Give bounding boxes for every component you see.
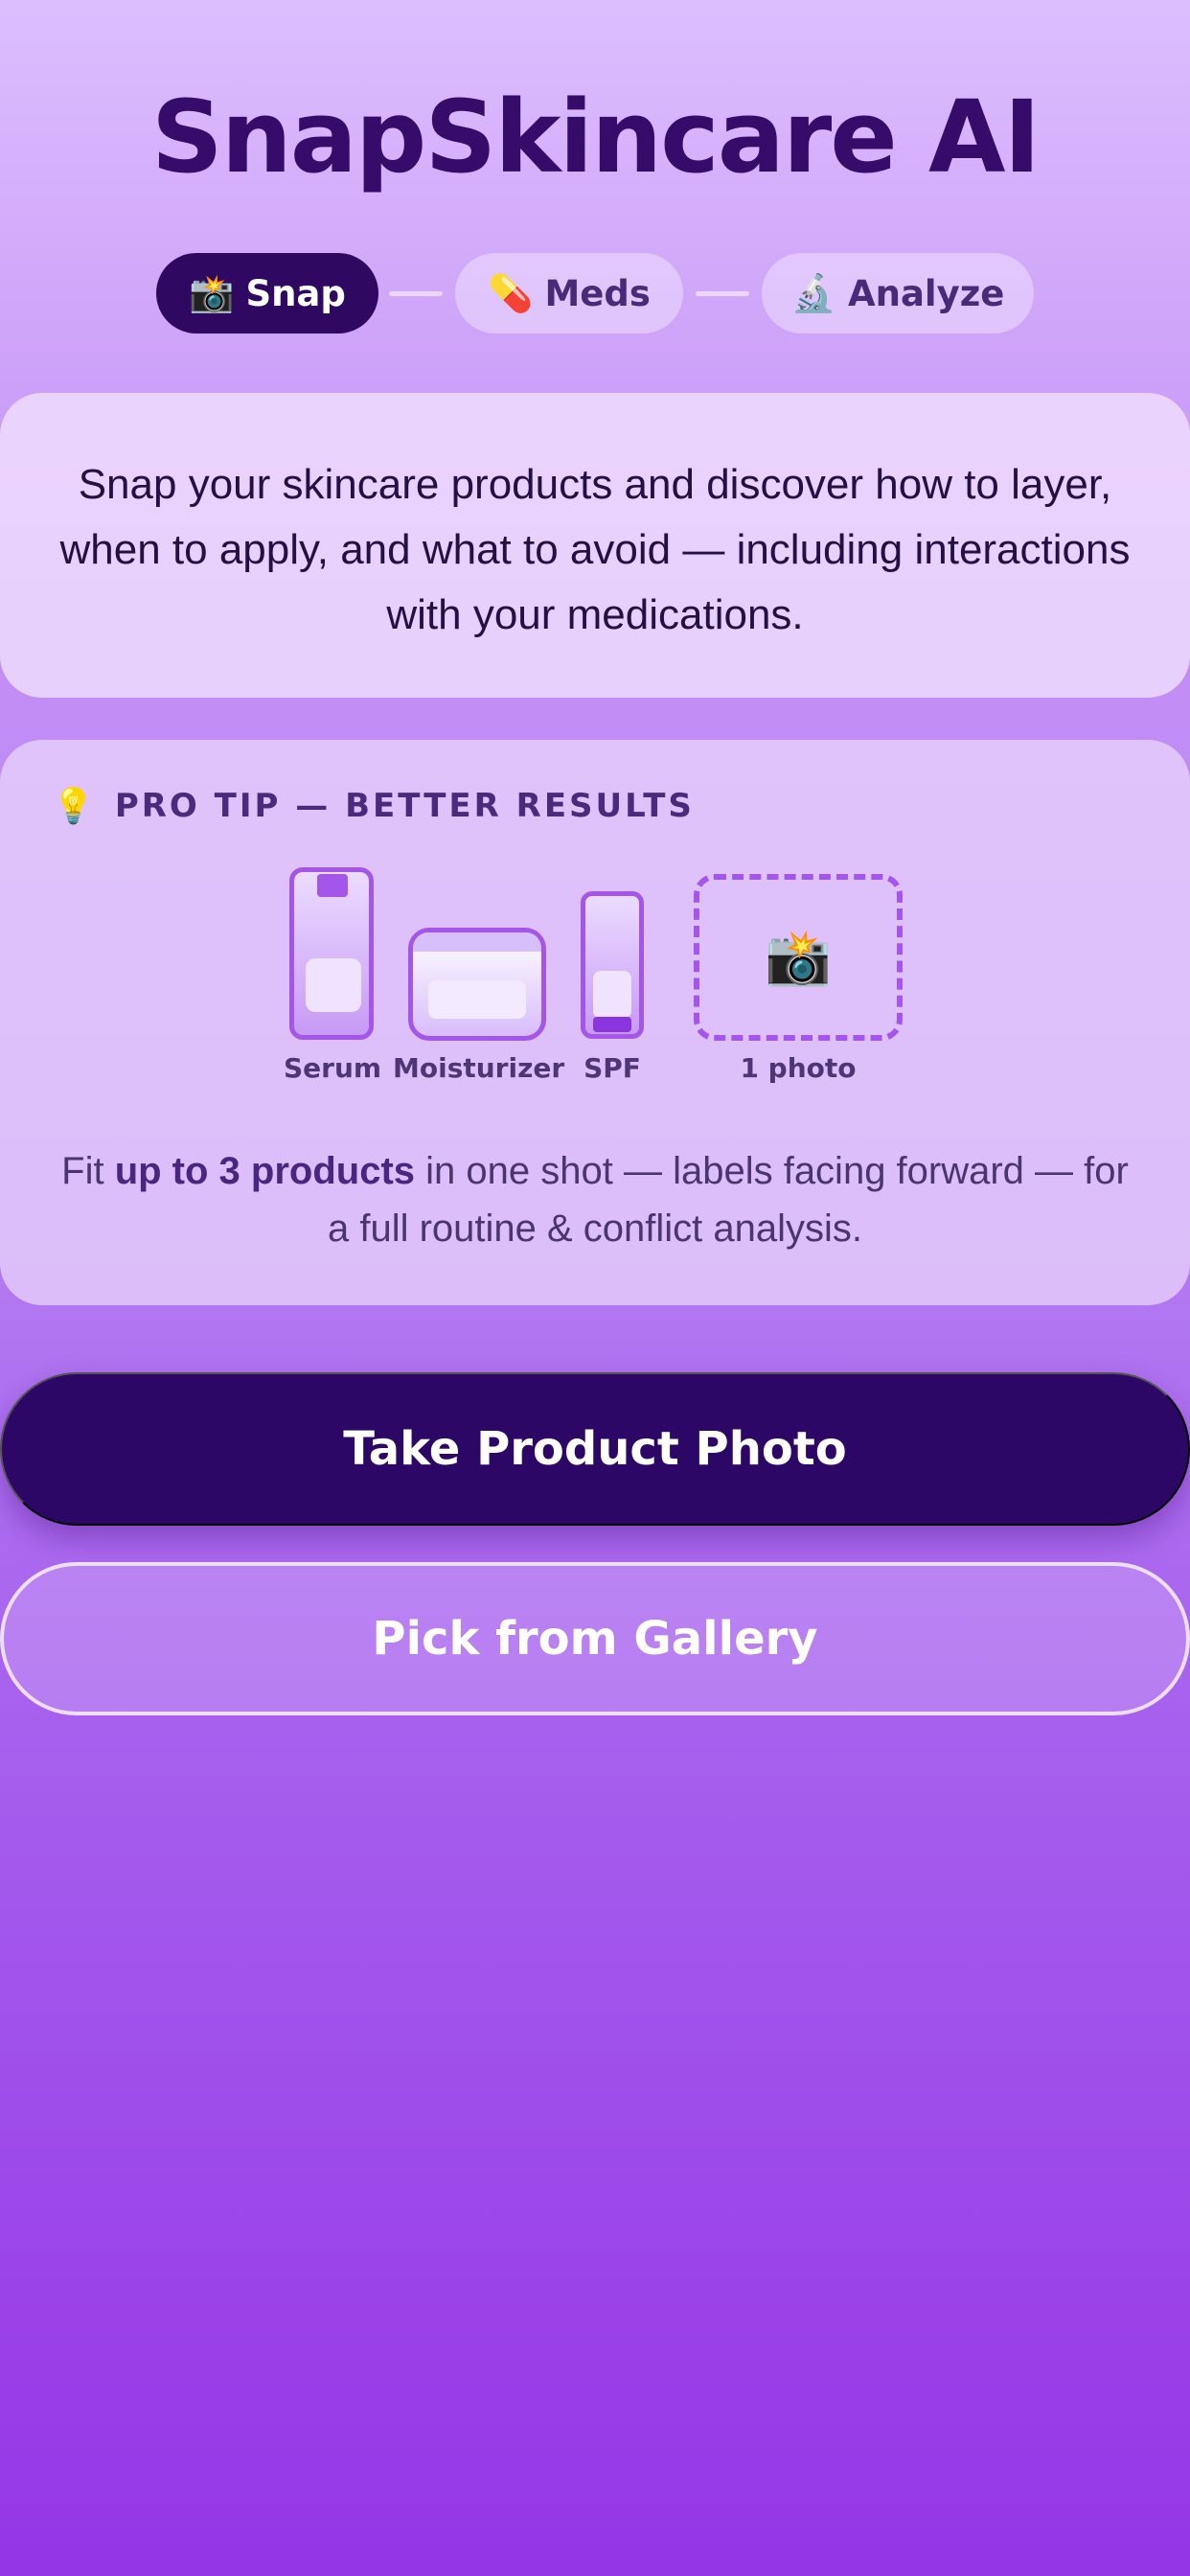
- intro-text: Snap your skincare products and discover…: [59, 461, 1131, 638]
- step-meds[interactable]: 💊 Meds: [455, 253, 683, 334]
- caption-serum: Serum: [284, 1052, 382, 1084]
- pro-tip-text: Fit up to 3 products in one shot — label…: [48, 1142, 1142, 1257]
- microscope-icon: 🔬: [790, 272, 836, 314]
- step-analyze[interactable]: 🔬 Analyze: [762, 253, 1034, 334]
- step-snap-label: Snap: [245, 272, 346, 314]
- spf-tube-icon: [581, 891, 644, 1039]
- caption-spf: SPF: [584, 1052, 641, 1084]
- pro-tip-text-prefix: Fit: [61, 1150, 115, 1192]
- step-snap[interactable]: 📸 Snap: [156, 253, 378, 334]
- camera-flash-icon: 📸: [189, 272, 235, 314]
- step-analyze-label: Analyze: [847, 272, 1005, 314]
- camera-flash-icon: 📸: [765, 927, 832, 987]
- photo-frame-icon: 📸: [694, 874, 903, 1041]
- intro-card: Snap your skincare products and discover…: [0, 393, 1190, 698]
- pick-from-gallery-button[interactable]: Pick from Gallery: [0, 1562, 1190, 1715]
- take-product-photo-button[interactable]: Take Product Photo: [0, 1372, 1190, 1526]
- pro-tip-text-bold: up to 3 products: [114, 1150, 416, 1192]
- moisturizer-jar-icon: [408, 928, 546, 1041]
- progress-stepper: 📸 Snap 💊 Meds 🔬 Analyze: [0, 253, 1190, 334]
- caption-moisturizer: Moisturizer: [393, 1052, 565, 1084]
- pro-tip-card: 💡 PRO TIP — BETTER RESULTS 📸 Serum Moist…: [0, 740, 1190, 1305]
- pro-tip-text-suffix: in one shot — labels facing forward — fo…: [327, 1150, 1129, 1250]
- product-illustration: 📸 Serum Moisturizer SPF 1 photo: [0, 740, 1190, 1142]
- caption-photo: 1 photo: [740, 1052, 857, 1084]
- pill-icon: 💊: [488, 272, 534, 314]
- serum-bottle-icon: [289, 867, 374, 1040]
- app-title: SnapSkincare AI: [150, 79, 1041, 196]
- step-connector: [696, 291, 749, 296]
- step-connector: [389, 291, 443, 296]
- step-meds-label: Meds: [544, 272, 651, 314]
